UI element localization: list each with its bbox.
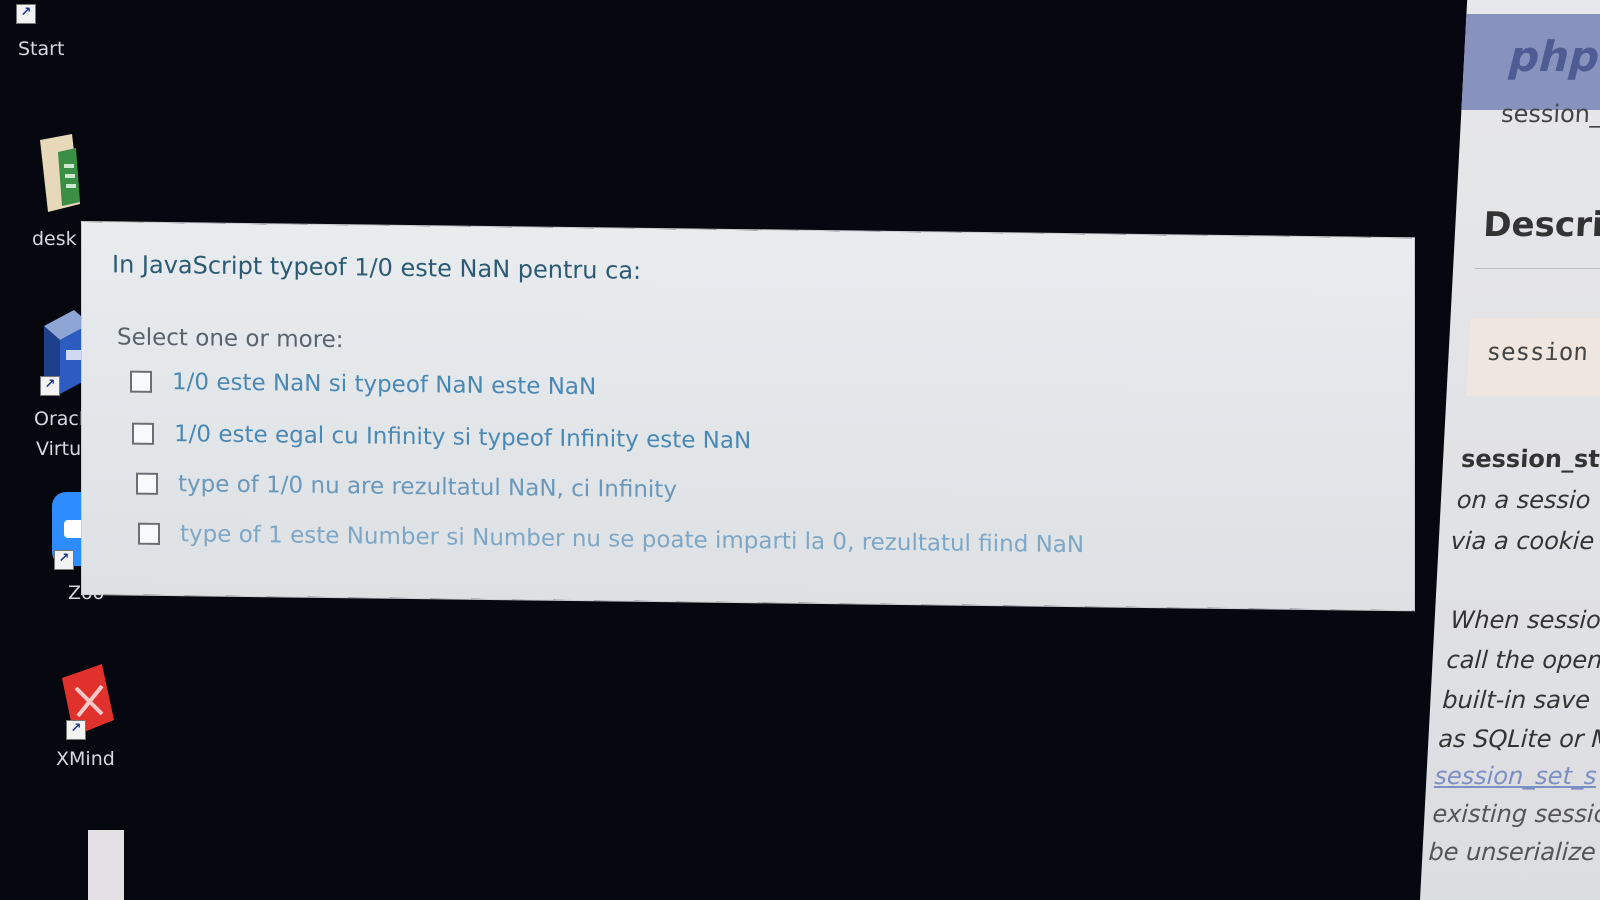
description-line: be unserialize [1427,838,1597,866]
divider [1475,268,1600,269]
answer-option[interactable]: 1/0 este egal cu Infinity si typeof Infi… [132,421,752,455]
desktop-icon-desk[interactable]: desk [30,134,90,254]
answer-checkbox[interactable] [132,422,154,445]
answer-option[interactable]: 1/0 este NaN si typeof NaN este NaN [130,369,597,401]
answer-option-label: 1/0 este egal cu Infinity si typeof Infi… [174,421,752,455]
desktop-icon-label: Start [18,38,65,60]
php-header-bar: php [1461,14,1600,110]
description-line: call the open [1445,646,1600,674]
spreadsheet-file-icon [40,134,80,212]
php-logo[interactable]: php [1508,32,1600,81]
desktop-icon-label: XMind [56,748,115,770]
question-text: In JavaScript typeof 1/0 este NaN pentru… [112,250,642,285]
desktop-icon-partial[interactable] [88,830,124,900]
answer-checkbox[interactable] [130,370,152,393]
quiz-question-panel: In JavaScript typeof 1/0 este NaN pentru… [82,222,1414,611]
answer-option-label: type of 1 este Number si Number nu se po… [180,521,1085,559]
page-breadcrumb: session_ [1500,100,1600,128]
answer-checkbox[interactable] [138,522,160,545]
description-line: existing sessio [1431,800,1600,828]
desktop-icon-label: desk [32,228,77,250]
shortcut-arrow-icon: ↗ [16,4,36,24]
answer-checkbox[interactable] [136,472,158,495]
answer-instruction: Select one or more: [117,324,344,354]
shortcut-arrow-icon: ↗ [66,720,86,740]
description-line: via a cookie [1450,527,1595,555]
answer-option[interactable]: type of 1 este Number si Number nu se po… [138,521,1085,559]
php-manual-window: php session_ Descrie session session_st … [1420,0,1600,900]
answer-option-label: type of 1/0 nu are rezultatul NaN, ci In… [178,471,677,504]
function-name: session_st [1460,445,1600,473]
shortcut-arrow-icon: ↗ [40,376,60,396]
desktop-icon-xmind[interactable]: ↗ XMind [56,664,118,774]
doc-link[interactable]: session_set_s [1434,762,1597,790]
answer-option[interactable]: type of 1/0 nu are rezultatul NaN, ci In… [136,471,677,504]
description-line: as SQLite or M [1437,725,1600,753]
shortcut-arrow-icon: ↗ [54,550,74,570]
desktop-icon-start[interactable]: ↗ Start [14,0,74,70]
section-heading: Descrie [1482,205,1600,245]
function-signature: session [1466,318,1600,396]
description-line: built-in save [1441,686,1591,714]
description-line: on a sessio [1456,486,1592,514]
answer-option-label: 1/0 este NaN si typeof NaN este NaN [172,369,597,401]
description-line: When sessio [1449,606,1600,634]
